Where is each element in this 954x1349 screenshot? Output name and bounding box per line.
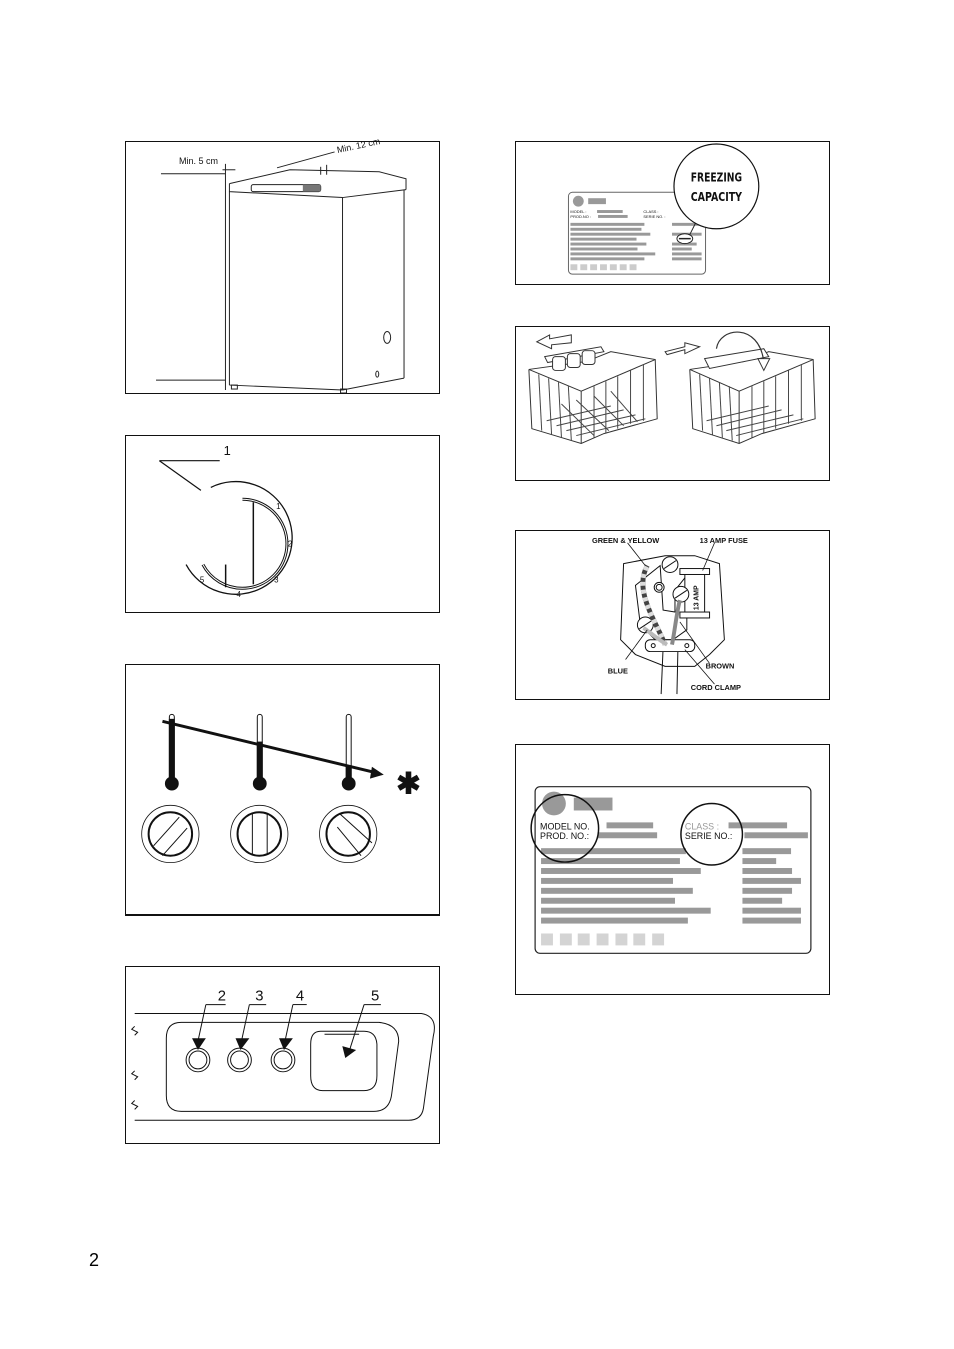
figure-installation-clearance: Min. 5 cm Min. 12 cm: [125, 136, 440, 394]
dial-scale-5: 5: [200, 575, 205, 584]
plug-wiring-drawing: GREEN & YELLOW 13 AMP FUSE 13 AMP BLUE B…: [592, 536, 748, 695]
label-green-yellow: GREEN & YELLOW: [592, 536, 659, 545]
control-panel-drawing: 2 3 4 5: [130, 989, 435, 1121]
freezing-callout-line2: CAPACITY: [691, 190, 743, 205]
plate-serie-no: SERIE NO.:: [685, 831, 733, 841]
callout-2: 2: [218, 989, 226, 1005]
dial-callout-1: 1: [224, 443, 231, 458]
label-brown: BROWN: [706, 661, 735, 670]
label-cord-clamp: CORD CLAMP: [691, 683, 741, 692]
figure-control-panel: 2 3 4 5: [125, 966, 440, 1144]
callout-5: 5: [371, 989, 379, 1005]
rating-plate-drawing: MODEL NO. PROD. NO.: CLASS : SERIE NO.:: [530, 786, 812, 954]
basket-drawing: [528, 331, 816, 445]
figure-thermostat-dial: 1 1 2 3 4 5: [125, 435, 440, 613]
thermostat-dial-drawing: 1 1 2 3 4 5: [159, 443, 293, 599]
snowflake-icon: ✱: [396, 767, 421, 800]
plate-model-no: MODEL NO.: [540, 821, 590, 831]
figure-basket-handles: [515, 326, 830, 481]
figure-freezing-capacity: MODEL : PROD.NO : CLASS : SERIE NO. : FR…: [515, 141, 830, 285]
callout-4: 4: [296, 989, 304, 1005]
freezing-callout-line1: FREEZING: [691, 170, 742, 185]
dial-scale-3: 3: [274, 575, 279, 584]
plate-prod-no: PROD. NO.:: [540, 831, 589, 841]
figure-rating-plate: MODEL NO. PROD. NO.: CLASS : SERIE NO.:: [515, 744, 830, 995]
callout-3: 3: [255, 989, 263, 1005]
figure-temperature-settings: ✱: [125, 664, 440, 916]
label-blue: BLUE: [608, 666, 628, 675]
dial-scale-4: 4: [237, 590, 242, 599]
label-fuse-body: 13 AMP: [694, 585, 701, 610]
figure-plug-wiring: GREEN & YELLOW 13 AMP FUSE 13 AMP BLUE B…: [515, 530, 830, 700]
freezer-clearance-drawing: [156, 151, 407, 393]
dial-scale-1: 1: [276, 502, 281, 511]
clearance-label-side: Min. 5 cm: [179, 156, 219, 166]
page-number: 2: [89, 1250, 100, 1270]
temperature-settings-drawing: ✱: [141, 713, 421, 864]
label-fuse: 13 AMP FUSE: [700, 536, 748, 545]
plate-serie-label: SERIE NO. :: [643, 214, 665, 219]
plate-class: CLASS :: [685, 821, 719, 831]
plate-prod-label: PROD.NO :: [570, 214, 591, 219]
dial-scale-2: 2: [288, 540, 292, 549]
freezing-capacity-drawing: MODEL : PROD.NO : CLASS : SERIE NO. : FR…: [567, 143, 760, 275]
